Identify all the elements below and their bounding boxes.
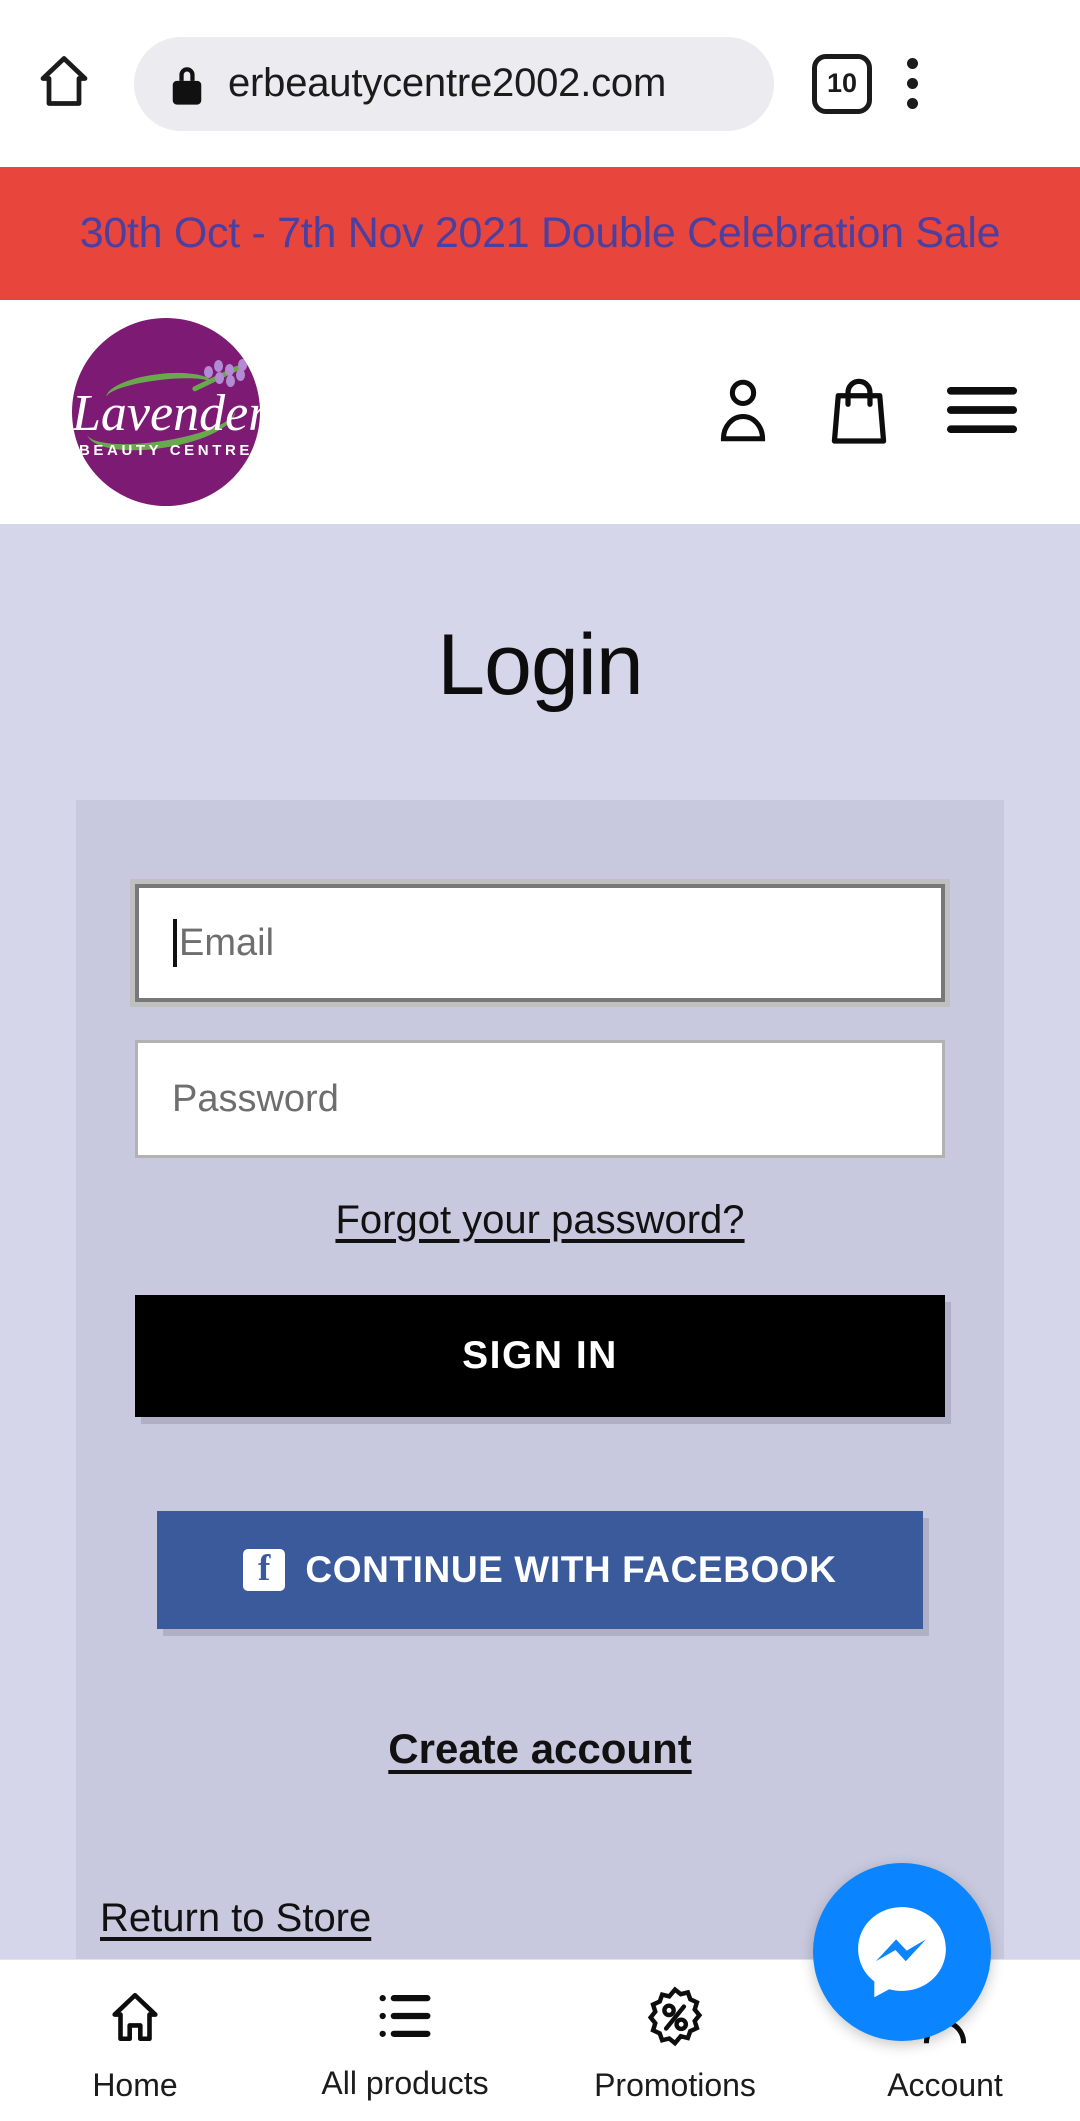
lavender-sprig-icon (204, 358, 248, 387)
kebab-menu-icon (906, 98, 918, 109)
email-input[interactable]: Email (135, 884, 945, 1002)
site-header: Lavender BEAUTY CENTRE (0, 300, 1080, 524)
tab-switcher-button[interactable]: 10 (812, 53, 872, 114)
site-logo[interactable]: Lavender BEAUTY CENTRE (72, 318, 260, 506)
account-icon (714, 375, 772, 450)
kebab-menu-icon (906, 58, 918, 69)
logo-brand-text: Lavender (72, 385, 260, 442)
percent-badge-icon (646, 1986, 704, 2053)
promo-banner[interactable]: 30th Oct - 7th Nov 2021 Double Celebrati… (0, 167, 1080, 300)
kebab-menu-icon (906, 78, 918, 89)
nav-item-home[interactable]: Home (0, 1960, 270, 2104)
nav-label-promotions: Promotions (594, 2067, 756, 2103)
facebook-button-label: CONTINUE WITH FACEBOOK (305, 1549, 837, 1590)
header-cart-button[interactable] (828, 374, 890, 451)
home-icon (106, 1986, 164, 2053)
nav-label-account: Account (887, 2067, 1003, 2103)
browser-home-button[interactable] (18, 38, 110, 130)
create-account-link[interactable]: Create account (76, 1725, 1004, 1773)
continue-with-facebook-button[interactable]: f CONTINUE WITH FACEBOOK (157, 1511, 923, 1629)
forgot-password-link[interactable]: Forgot your password? (76, 1198, 1004, 1243)
logo-tagline-text: BEAUTY CENTRE (78, 442, 254, 459)
header-menu-button[interactable] (946, 383, 1018, 442)
nav-item-all-products[interactable]: All products (270, 1960, 540, 2102)
address-bar-url: erbeautycentre2002.com (228, 61, 667, 105)
tab-count-label: 10 (826, 68, 858, 98)
browser-toolbar: erbeautycentre2002.com 10 (0, 0, 1080, 167)
address-bar[interactable]: erbeautycentre2002.com (134, 36, 774, 131)
sign-in-button[interactable]: SIGN IN (135, 1295, 945, 1417)
password-placeholder: Password (172, 1077, 339, 1120)
promo-banner-text: 30th Oct - 7th Nov 2021 Double Celebrati… (79, 209, 1001, 257)
browser-menu-button[interactable] (872, 38, 952, 130)
nav-label-all-products: All products (321, 2065, 489, 2101)
text-caret (173, 919, 177, 967)
hamburger-menu-icon (946, 383, 1018, 442)
email-placeholder: Email (179, 921, 275, 964)
password-input[interactable]: Password (135, 1040, 945, 1158)
list-icon (376, 1986, 434, 2051)
sign-in-label: SIGN IN (462, 1334, 618, 1377)
return-to-store-link[interactable]: Return to Store (100, 1896, 371, 1941)
login-form-panel: Email Password Forgot your password? SIG… (76, 800, 1004, 1959)
password-field-wrapper: Password (76, 1040, 1004, 1158)
page-title: Login (437, 617, 643, 713)
header-account-button[interactable] (714, 375, 772, 450)
home-icon (34, 50, 94, 117)
nav-label-home: Home (92, 2067, 178, 2103)
header-icon-group (714, 374, 1018, 451)
email-field-wrapper: Email (76, 884, 1004, 1002)
facebook-icon: f (243, 1549, 286, 1591)
shopping-bag-icon (828, 374, 890, 451)
nav-item-promotions[interactable]: Promotions (540, 1960, 810, 2104)
messenger-icon (846, 1894, 958, 2011)
login-page-body: Login Email Password Forgot your passwor… (0, 524, 1080, 1959)
messenger-chat-button[interactable] (813, 1863, 991, 2041)
lock-icon (168, 61, 206, 107)
